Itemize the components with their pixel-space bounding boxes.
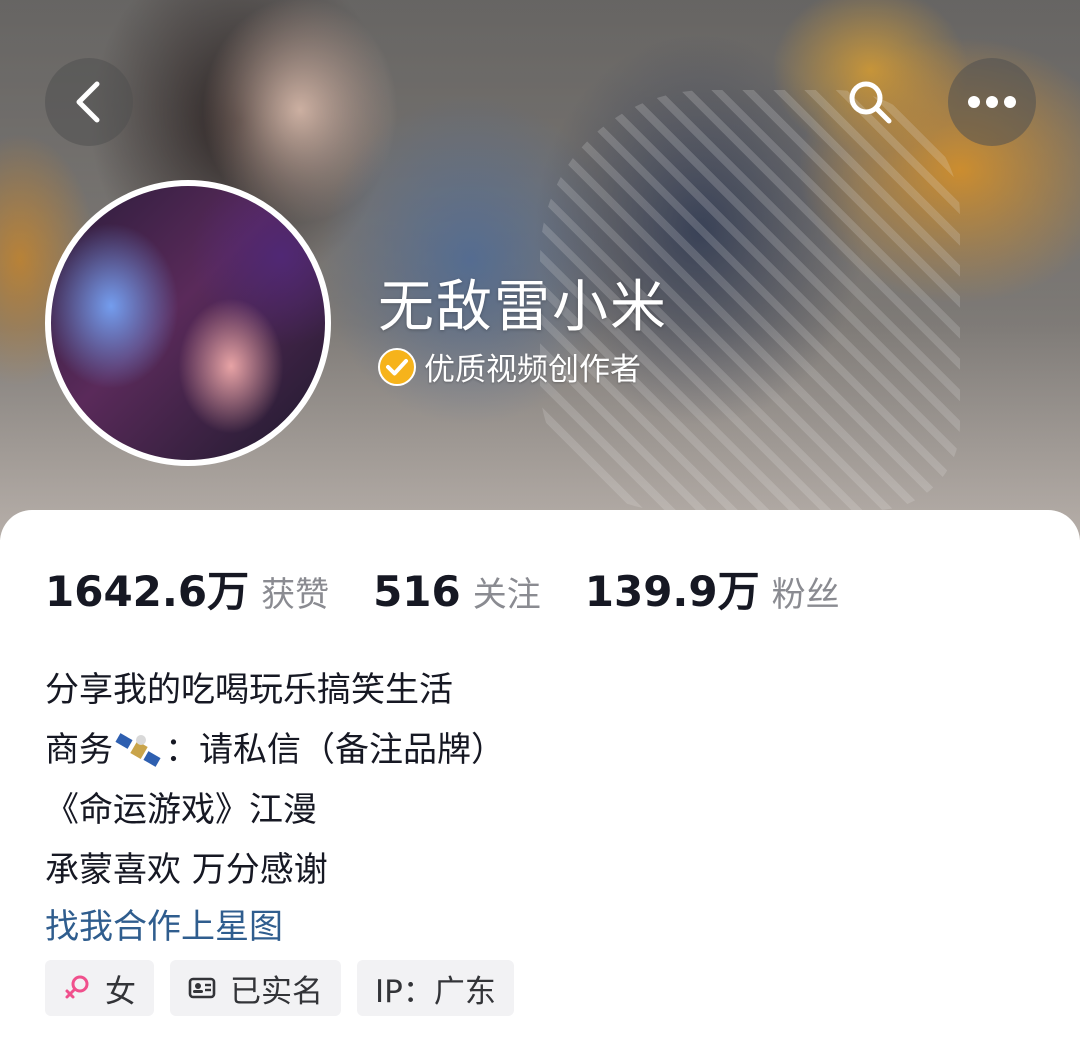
verified-title: 优质视频创作者: [424, 352, 641, 388]
bio-line-4: 承蒙喜欢 万分感谢: [45, 850, 328, 890]
back-button[interactable]: [45, 58, 133, 146]
bio-line-1: 分享我的吃喝玩乐搞笑生活: [45, 670, 453, 710]
satellite-emoji-icon: [115, 733, 161, 767]
profile-info-card: 1642.6万 获赞 516 关注 139.9万 粉丝 分享我的吃喝玩乐搞笑生活…: [0, 510, 1080, 1038]
id-card-icon: [188, 977, 216, 999]
stat-following[interactable]: 516 关注: [373, 567, 541, 616]
avatar[interactable]: [45, 180, 331, 466]
bio: 分享我的吃喝玩乐搞笑生活 商务 ：请私信（备注品牌） 《命运游戏》江漫 承蒙喜欢…: [45, 660, 505, 960]
ip-location-tag: IP：广东: [357, 960, 514, 1016]
search-icon: [849, 81, 892, 124]
star-map-cooperation-link[interactable]: 找我合作上星图: [45, 900, 505, 960]
stats-row: 1642.6万 获赞 516 关注 139.9万 粉丝: [45, 558, 884, 619]
username: 无敌雷小米: [378, 275, 668, 340]
search-button[interactable]: [826, 58, 914, 146]
stat-likes[interactable]: 1642.6万 获赞: [45, 558, 329, 619]
gender-tag-label: 女: [105, 973, 136, 1010]
profile-cover-image: 无敌雷小米 优质视频创作者: [0, 0, 1080, 540]
more-options-button[interactable]: [948, 58, 1036, 146]
stat-likes-number: 1642.6万: [45, 567, 250, 616]
realname-tag-label: 已实名: [230, 973, 323, 1010]
ip-location-label: IP：广东: [375, 973, 496, 1010]
bio-line-3: 《命运游戏》江漫: [45, 790, 317, 830]
verified-check-icon: [378, 347, 416, 386]
stat-followers[interactable]: 139.9万 粉丝: [585, 558, 840, 619]
realname-tag: 已实名: [170, 960, 341, 1016]
female-symbol-icon: [65, 975, 89, 999]
more-dots-icon: [968, 96, 1016, 108]
gender-tag: 女: [45, 960, 154, 1016]
stat-following-number: 516: [373, 567, 461, 616]
stat-following-label: 关注: [472, 575, 541, 615]
profile-page: 无敌雷小米 优质视频创作者 1642.6万 获赞 516 关注 139.9万 粉…: [0, 0, 1080, 1038]
stat-followers-number: 139.9万: [584, 567, 760, 616]
profile-tags: 女 已实名 IP：广东: [45, 960, 530, 1016]
stat-followers-label: 粉丝: [771, 575, 840, 615]
verification-badge: 优质视频创作者: [378, 344, 641, 389]
bio-line-2: 商务 ：请私信（备注品牌）: [45, 720, 505, 780]
chevron-left-icon: [76, 81, 100, 123]
bio-line-2-prefix: 商务: [45, 730, 113, 770]
stat-likes-label: 获赞: [261, 575, 330, 615]
bio-line-2-suffix: ：请私信（备注品牌）: [165, 730, 505, 770]
